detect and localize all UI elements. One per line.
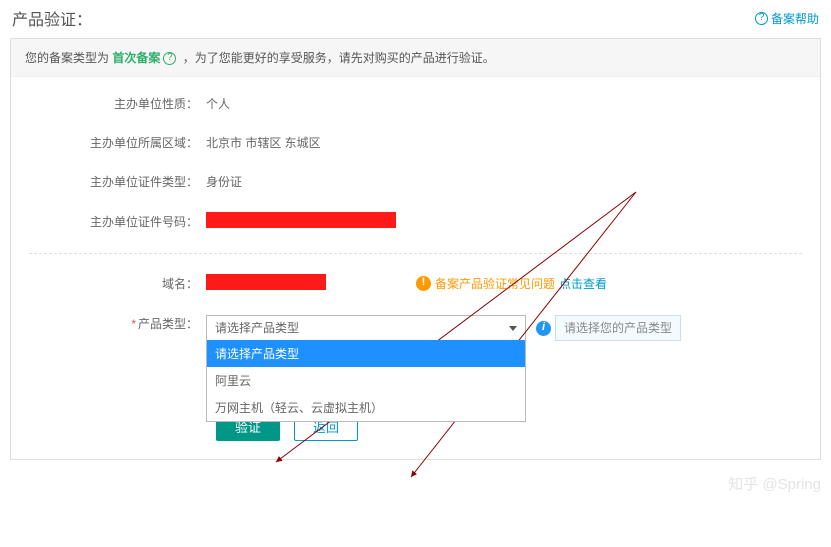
product-type-tip: 请选择您的产品类型 (536, 315, 681, 341)
label-region: 主办单位所属区域： (11, 134, 206, 151)
label-idtype: 主办单位证件类型： (11, 173, 206, 190)
tip-text: 请选择您的产品类型 (555, 315, 681, 341)
label-product-type: 产品类型： (11, 315, 206, 332)
product-type-select[interactable]: 请选择产品类型 (206, 315, 526, 341)
warning-icon (416, 276, 431, 291)
value-idtype: 身份证 (206, 173, 242, 190)
page-title: 产品验证： (12, 6, 92, 30)
faq-hint: 备案产品验证常见问题 点击查看 (416, 275, 607, 292)
redacted-bar (206, 212, 396, 228)
faq-text: 备案产品验证常见问题 (435, 275, 555, 292)
help-icon (755, 12, 768, 25)
watermark: 知乎 @Spring (728, 473, 821, 494)
option-wanwang[interactable]: 万网主机（轻云、云虚拟主机） (207, 394, 525, 421)
question-icon[interactable] (163, 52, 176, 65)
option-placeholder[interactable]: 请选择产品类型 (207, 340, 525, 367)
redacted-bar (206, 274, 326, 290)
value-idno (206, 212, 396, 231)
product-type-dropdown: 请选择产品类型 阿里云 万网主机（轻云、云虚拟主机） (206, 340, 526, 422)
notice-bar: 您的备案类型为 首次备案 ，为了您能更好的享受服务，请先对购买的产品进行验证。 (11, 39, 820, 77)
info-icon (536, 321, 551, 336)
label-domain: 域名： (11, 275, 206, 292)
value-nature: 个人 (206, 95, 230, 112)
label-nature: 主办单位性质： (11, 95, 206, 112)
notice-first: 首次备案 (112, 51, 160, 65)
option-aliyun[interactable]: 阿里云 (207, 367, 525, 394)
divider (29, 253, 802, 254)
notice-post: ，为了您能更好的享受服务，请先对购买的产品进行验证。 (179, 51, 494, 65)
faq-click-link[interactable]: 点击查看 (559, 275, 607, 292)
help-link[interactable]: 备案帮助 (755, 10, 819, 27)
main-panel: 您的备案类型为 首次备案 ，为了您能更好的享受服务，请先对购买的产品进行验证。 … (10, 38, 821, 460)
help-link-text: 备案帮助 (771, 10, 819, 27)
value-region: 北京市 市辖区 东城区 (206, 134, 321, 151)
notice-pre: 您的备案类型为 (25, 51, 112, 65)
value-domain (206, 274, 326, 293)
label-idno: 主办单位证件号码： (11, 213, 206, 230)
